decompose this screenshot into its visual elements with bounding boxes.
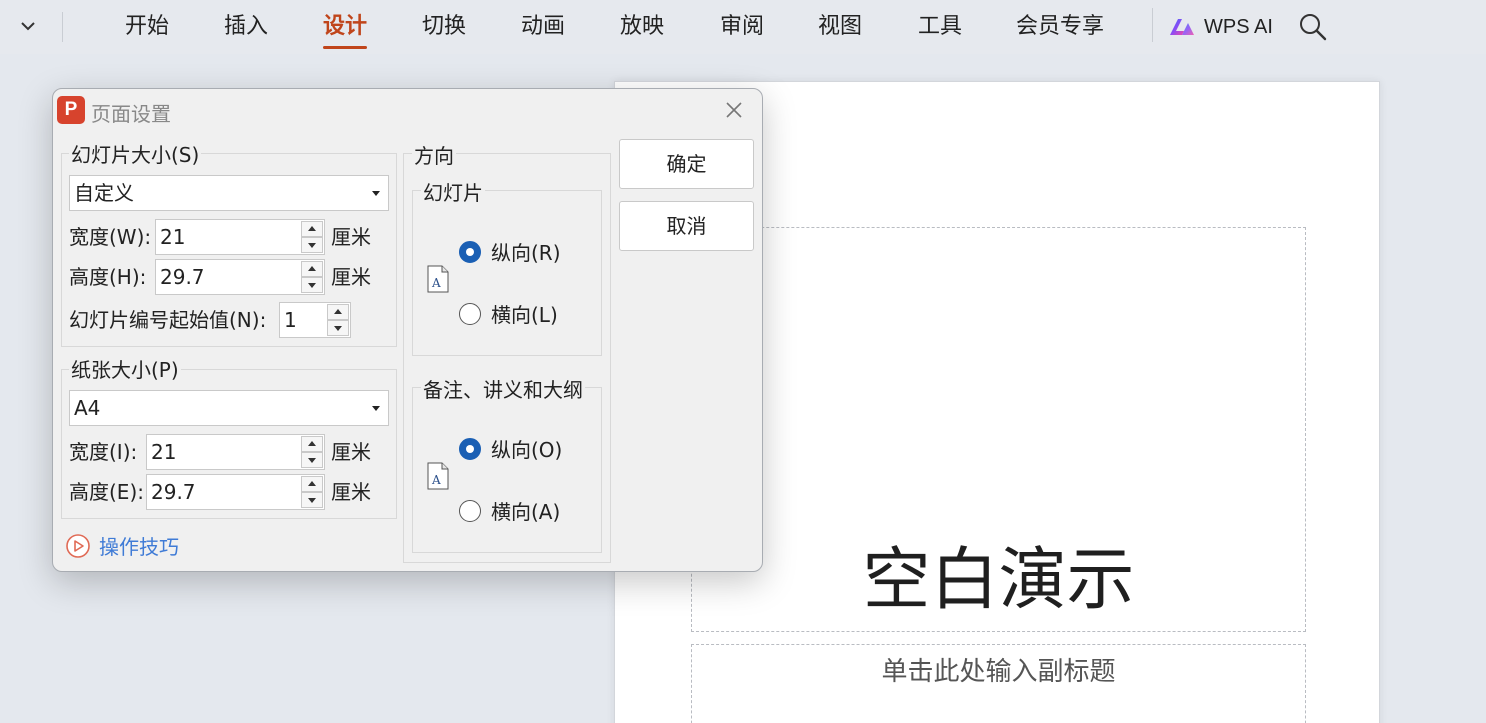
radio-checked-icon[interactable] <box>459 437 481 460</box>
dialog-title: 页面设置 <box>91 102 171 126</box>
slide-width-unit: 厘米 <box>331 225 371 249</box>
slide-width-value[interactable]: 21 <box>160 220 185 254</box>
spinner-down-button[interactable] <box>301 277 323 293</box>
tab-design[interactable]: 设计 <box>323 12 368 49</box>
dropdown-caret-icon <box>372 406 380 411</box>
page-portrait-icon: A <box>427 462 449 490</box>
wps-ai-button[interactable]: WPS AI <box>1168 12 1273 42</box>
spinner-down-button[interactable] <box>301 237 323 253</box>
ribbon: 开始 插入 设计 切换 动画 放映 审阅 视图 工具 会员专享 WPS AI <box>0 0 1486 54</box>
svg-text:A: A <box>431 276 441 290</box>
start-number-value[interactable]: 1 <box>284 303 297 337</box>
paper-height-label: 高度(E): <box>69 480 144 504</box>
paper-height-spinner[interactable]: 29.7 <box>146 474 325 510</box>
slide-height-unit: 厘米 <box>331 265 371 289</box>
wps-ai-label: WPS AI <box>1204 15 1273 38</box>
tab-review[interactable]: 审阅 <box>720 12 764 44</box>
radio-unchecked-icon[interactable] <box>459 302 481 325</box>
close-icon <box>726 102 742 118</box>
tips-link[interactable]: 操作技巧 <box>65 531 179 560</box>
slide-height-label: 高度(H): <box>69 265 147 289</box>
subtitle-placeholder[interactable]: 单击此处输入副标题 <box>691 644 1306 723</box>
dialog-title-bar[interactable]: P 页面设置 <box>53 89 762 131</box>
slide-title[interactable]: 空白演示 <box>692 524 1305 623</box>
slides-portrait-label: 纵向(R) <box>491 241 561 265</box>
page-setup-dialog: P 页面设置 幻灯片大小(S) 自定义 宽度(W): 21 厘米 高度(H): … <box>52 88 763 572</box>
paper-size-select[interactable]: A4 <box>69 390 389 426</box>
spinner-up-button[interactable] <box>327 304 349 320</box>
notes-portrait-label: 纵向(O) <box>491 438 563 462</box>
radio-checked-icon[interactable] <box>459 240 481 263</box>
paper-height-unit: 厘米 <box>331 480 371 504</box>
paper-width-value[interactable]: 21 <box>151 435 176 469</box>
tab-insert[interactable]: 插入 <box>224 12 268 44</box>
paper-height-value[interactable]: 29.7 <box>151 475 196 509</box>
paper-size-selected-value: A4 <box>74 396 101 420</box>
start-number-spinner[interactable]: 1 <box>279 302 351 338</box>
slide-width-label: 宽度(W): <box>69 225 152 249</box>
radio-unchecked-icon[interactable] <box>459 499 481 522</box>
start-number-label: 幻灯片编号起始值(N): <box>69 308 267 332</box>
cancel-button[interactable]: 取消 <box>619 201 754 251</box>
paper-size-group-label: 纸张大小(P) <box>69 354 181 383</box>
notes-landscape-label: 横向(A) <box>491 500 561 524</box>
paper-width-spinner[interactable]: 21 <box>146 434 325 470</box>
tab-membership[interactable]: 会员专享 <box>1016 12 1104 44</box>
tab-home[interactable]: 开始 <box>125 12 169 44</box>
ribbon-divider <box>1152 8 1153 42</box>
search-icon <box>1300 14 1327 41</box>
dialog-close-button[interactable] <box>722 98 746 122</box>
page-portrait-icon: A <box>427 265 449 293</box>
spinner-down-button[interactable] <box>301 492 323 508</box>
notes-portrait-radio[interactable]: 纵向(O) <box>459 434 562 463</box>
dropdown-caret-icon <box>372 191 380 196</box>
tab-slideshow[interactable]: 放映 <box>620 12 664 44</box>
slide-width-spinner[interactable]: 21 <box>155 219 325 255</box>
spinner-up-button[interactable] <box>301 261 323 277</box>
slides-portrait-radio[interactable]: 纵向(R) <box>459 237 561 266</box>
wps-presentation-app-icon: P <box>57 96 85 124</box>
tab-animations[interactable]: 动画 <box>521 12 565 44</box>
orientation-group-label: 方向 <box>412 140 456 169</box>
ribbon-collapse-button[interactable] <box>14 12 42 40</box>
slide-height-spinner[interactable]: 29.7 <box>155 259 325 295</box>
tips-label[interactable]: 操作技巧 <box>99 531 179 560</box>
tab-transitions[interactable]: 切换 <box>422 12 466 44</box>
slides-orientation-label: 幻灯片 <box>421 177 485 206</box>
chevron-down-icon <box>21 22 35 31</box>
slides-landscape-radio[interactable]: 横向(L) <box>459 299 558 328</box>
notes-orientation-label: 备注、讲义和大纲 <box>421 374 585 403</box>
title-placeholder[interactable]: 空白演示 <box>691 227 1306 632</box>
spinner-up-button[interactable] <box>301 436 323 452</box>
paper-width-label: 宽度(I): <box>69 440 138 464</box>
ok-button[interactable]: 确定 <box>619 139 754 189</box>
ribbon-divider <box>62 12 63 42</box>
notes-landscape-radio[interactable]: 横向(A) <box>459 496 560 525</box>
slide-height-value[interactable]: 29.7 <box>160 260 205 294</box>
play-circle-icon <box>66 533 90 558</box>
wps-ai-logo-icon <box>1170 19 1194 35</box>
slide-size-select[interactable]: 自定义 <box>69 175 389 211</box>
svg-text:A: A <box>431 473 441 487</box>
spinner-up-button[interactable] <box>301 476 323 492</box>
slide-size-group-label: 幻灯片大小(S) <box>69 139 202 168</box>
paper-width-unit: 厘米 <box>331 440 371 464</box>
slide-size-selected-value: 自定义 <box>74 181 134 205</box>
spinner-down-button[interactable] <box>327 320 349 336</box>
tab-view[interactable]: 视图 <box>818 12 862 44</box>
slides-landscape-label: 横向(L) <box>491 303 558 327</box>
tab-tools[interactable]: 工具 <box>918 12 962 44</box>
spinner-up-button[interactable] <box>301 221 323 237</box>
spinner-down-button[interactable] <box>301 452 323 468</box>
slide-subtitle[interactable]: 单击此处输入副标题 <box>692 651 1305 688</box>
search-button[interactable] <box>1298 12 1328 42</box>
